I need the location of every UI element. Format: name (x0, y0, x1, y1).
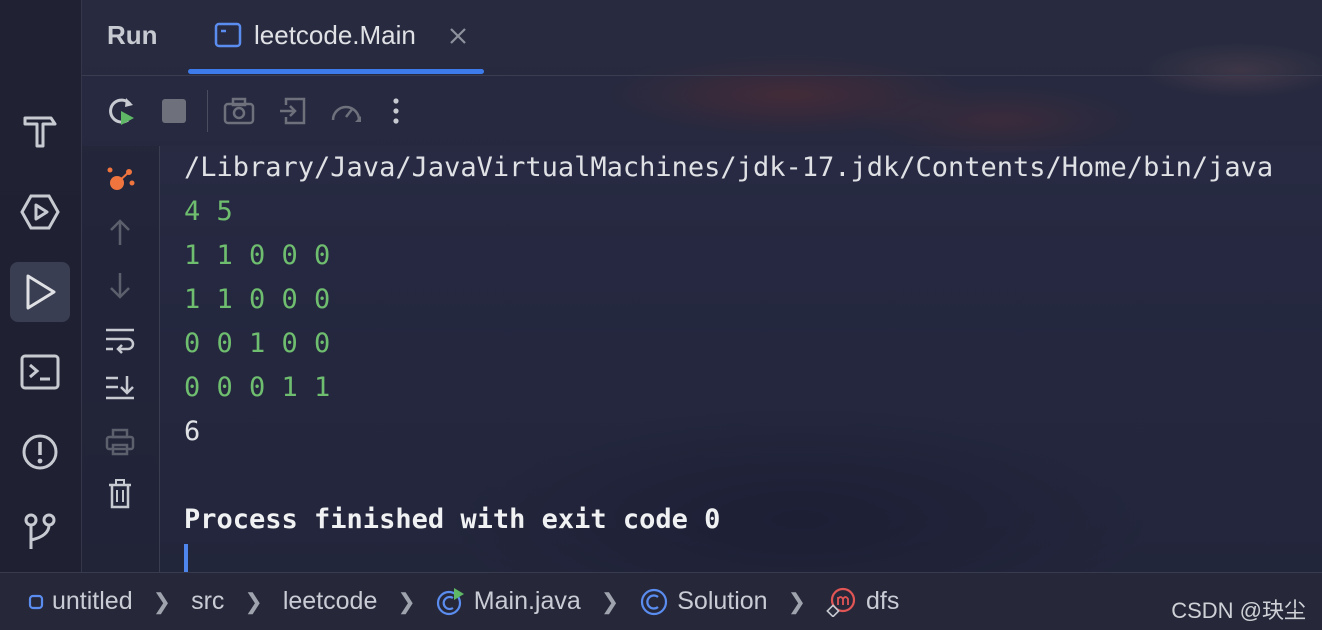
soft-wrap-icon[interactable] (102, 322, 138, 358)
build-hammer-icon[interactable] (10, 100, 70, 160)
rerun-icon[interactable] (102, 92, 140, 130)
breadcrumb-label: Main.java (473, 587, 581, 615)
breadcrumb-label: Solution (677, 587, 768, 615)
java-class-run-icon (436, 587, 464, 615)
chevron-right-icon: ❯ (244, 588, 263, 614)
input-line: 0 0 1 0 0 (184, 328, 331, 359)
breadcrumb-src[interactable]: src (191, 587, 224, 616)
tab-label: leetcode.Main (254, 20, 416, 50)
run-tool-window-header: Run leetcode.Main (82, 0, 1322, 76)
input-line: 1 1 0 0 0 (184, 284, 331, 315)
chevron-right-icon: ❯ (787, 588, 807, 614)
breadcrumb-bar: untitled ❯ src ❯ leetcode ❯ Main.java ❯ … (0, 572, 1322, 630)
module-icon (28, 594, 44, 609)
process-finished-message: Process finished with exit code 0 (184, 504, 721, 535)
close-icon[interactable] (448, 26, 468, 51)
toolbar-separator (207, 90, 208, 132)
watermark: CSDN @玦尘 (1171, 598, 1306, 623)
console-tab-icon (214, 22, 242, 53)
active-tab-indicator (188, 69, 484, 74)
trash-icon[interactable] (102, 476, 138, 512)
breadcrumb-label: dfs (866, 587, 900, 615)
restore-layout-icon[interactable] (274, 92, 312, 130)
method-icon (826, 587, 856, 617)
screenshot-icon[interactable] (220, 92, 258, 130)
console-output[interactable]: /Library/Java/JavaVirtualMachines/jdk-17… (184, 146, 1314, 572)
services-icon[interactable] (10, 182, 70, 242)
scroll-to-end-icon[interactable] (102, 370, 138, 406)
input-line: 1 1 0 0 0 (184, 240, 331, 271)
breadcrumb-label: untitled (52, 587, 133, 615)
stop-icon[interactable] (155, 92, 193, 130)
run-toolbar (82, 76, 1322, 146)
breadcrumb-file[interactable]: Main.java (436, 587, 581, 617)
run-title: Run (107, 20, 158, 50)
breadcrumb-method[interactable]: dfs (826, 587, 899, 617)
breadcrumb-package[interactable]: leetcode (283, 587, 378, 616)
input-line: 0 0 0 1 1 (184, 372, 331, 403)
more-icon[interactable] (377, 92, 415, 130)
run-icon[interactable] (10, 262, 70, 322)
breadcrumb-class[interactable]: Solution (639, 587, 768, 617)
breadcrumb-label: leetcode (282, 587, 378, 615)
attach-debugger-icon[interactable] (102, 162, 138, 198)
chevron-right-icon: ❯ (600, 588, 620, 614)
print-icon[interactable] (102, 424, 138, 460)
down-arrow-icon[interactable] (102, 268, 138, 304)
tab-leetcode-main[interactable]: leetcode.Main (188, 0, 484, 76)
git-icon[interactable] (10, 502, 70, 562)
output-line: 6 (184, 416, 201, 447)
chevron-right-icon: ❯ (397, 588, 416, 614)
input-line: 4 5 (184, 196, 233, 227)
text-caret (184, 544, 188, 572)
tool-window-strip (0, 0, 82, 572)
profiler-icon[interactable] (327, 92, 365, 130)
up-arrow-icon[interactable] (102, 214, 138, 250)
console-gutter (82, 146, 160, 572)
command-line: /Library/Java/JavaVirtualMachines/jdk-17… (184, 152, 1274, 183)
chevron-right-icon: ❯ (152, 588, 172, 614)
breadcrumb-label: src (191, 587, 225, 615)
terminal-icon[interactable] (10, 342, 70, 402)
class-icon (641, 588, 668, 615)
breadcrumb-project[interactable]: untitled (28, 587, 133, 616)
problems-icon[interactable] (10, 422, 70, 482)
